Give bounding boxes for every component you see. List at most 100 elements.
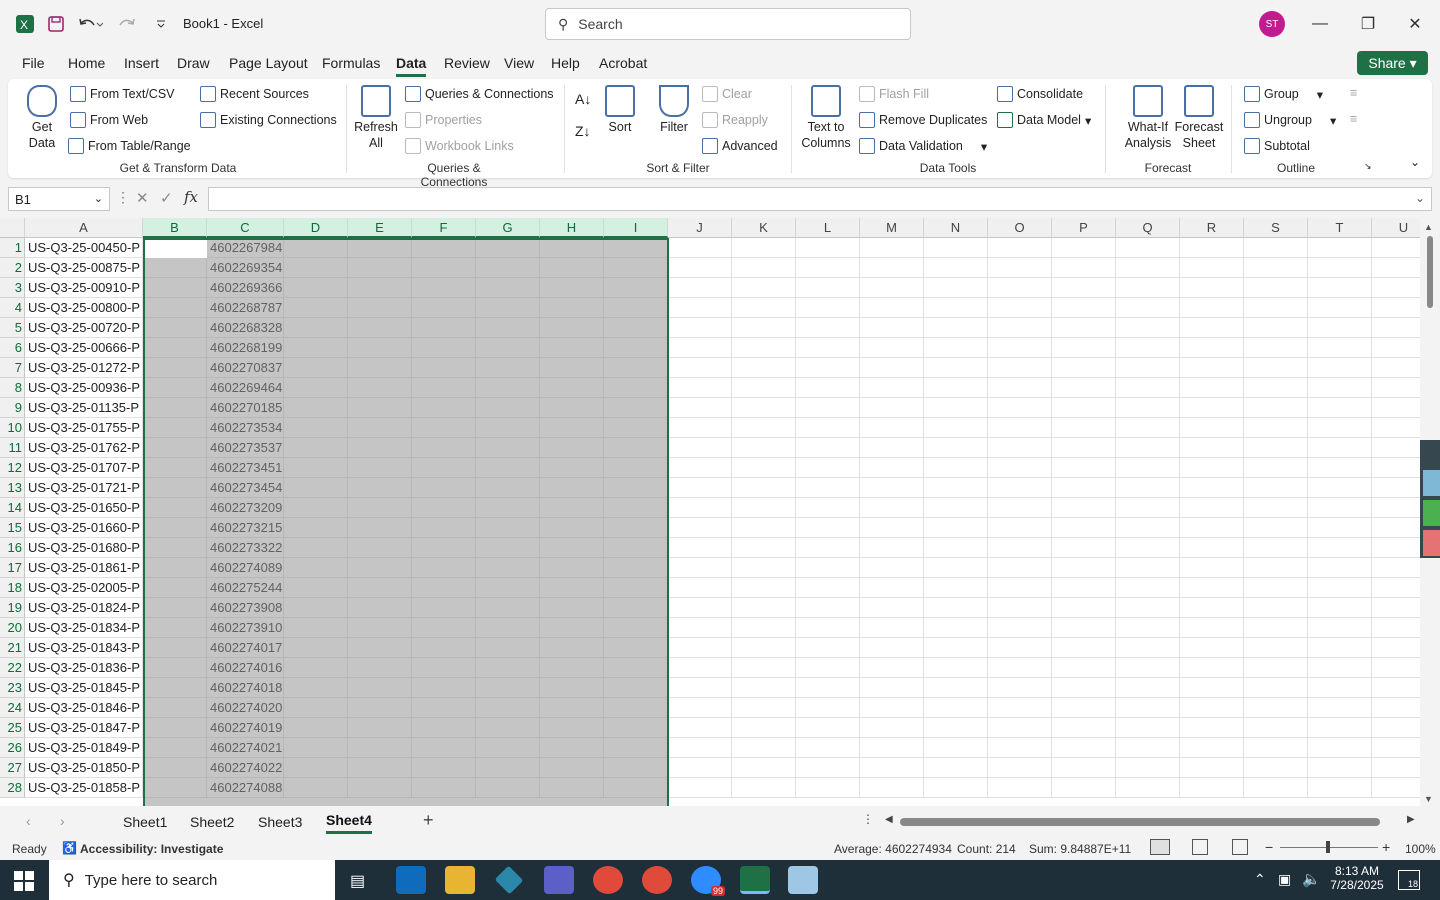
cell-e[interactable] bbox=[348, 498, 412, 518]
cell-p[interactable] bbox=[1052, 578, 1116, 598]
cell-r[interactable] bbox=[1180, 498, 1244, 518]
cell-q[interactable] bbox=[1116, 438, 1180, 458]
minimize-icon[interactable]: — bbox=[1305, 12, 1335, 36]
cell-n[interactable] bbox=[924, 538, 988, 558]
cell-h[interactable] bbox=[540, 238, 604, 258]
cell-s[interactable] bbox=[1244, 278, 1308, 298]
next-sheet-icon[interactable]: › bbox=[60, 813, 65, 829]
cell-l[interactable] bbox=[796, 778, 860, 798]
cell-r[interactable] bbox=[1180, 658, 1244, 678]
cell-s[interactable] bbox=[1244, 438, 1308, 458]
cell-j[interactable] bbox=[668, 318, 732, 338]
cell-l[interactable] bbox=[796, 678, 860, 698]
cell-m[interactable] bbox=[860, 658, 924, 678]
cell-m[interactable] bbox=[860, 578, 924, 598]
cell-u[interactable] bbox=[1372, 418, 1420, 438]
column-header-l[interactable]: L bbox=[796, 218, 860, 238]
cell-i[interactable] bbox=[604, 378, 668, 398]
cell-e[interactable] bbox=[348, 538, 412, 558]
cell-a[interactable]: US-Q3-25-00936-P bbox=[25, 378, 143, 398]
cell-l[interactable] bbox=[796, 498, 860, 518]
cell-d[interactable] bbox=[284, 278, 348, 298]
cell-a[interactable]: US-Q3-25-00720-P bbox=[25, 318, 143, 338]
collapse-ribbon-icon[interactable]: ⌄ bbox=[1410, 155, 1420, 169]
cell-n[interactable] bbox=[924, 518, 988, 538]
cell-d[interactable] bbox=[284, 598, 348, 618]
advanced-button[interactable]: Advanced bbox=[702, 138, 778, 154]
file-explorer-icon[interactable] bbox=[445, 866, 475, 894]
cell-a[interactable]: US-Q3-25-01272-P bbox=[25, 358, 143, 378]
cell-a[interactable]: US-Q3-25-01850-P bbox=[25, 758, 143, 778]
cell-a[interactable]: US-Q3-25-01843-P bbox=[25, 638, 143, 658]
cell-l[interactable] bbox=[796, 638, 860, 658]
cell-i[interactable] bbox=[604, 778, 668, 798]
row-header[interactable]: 3 bbox=[0, 278, 25, 298]
cell-r[interactable] bbox=[1180, 678, 1244, 698]
cell-d[interactable] bbox=[284, 438, 348, 458]
cell-h[interactable] bbox=[540, 438, 604, 458]
cell-r[interactable] bbox=[1180, 638, 1244, 658]
cell-r[interactable] bbox=[1180, 278, 1244, 298]
cell-n[interactable] bbox=[924, 378, 988, 398]
column-header-e[interactable]: E bbox=[348, 218, 412, 238]
column-header-u[interactable]: U bbox=[1372, 218, 1420, 238]
cell-o[interactable] bbox=[988, 378, 1052, 398]
cell-e[interactable] bbox=[348, 438, 412, 458]
cell-b[interactable] bbox=[143, 638, 207, 658]
cell-b[interactable] bbox=[143, 338, 207, 358]
cell-k[interactable] bbox=[732, 658, 796, 678]
row-header[interactable]: 12 bbox=[0, 458, 25, 478]
cell-t[interactable] bbox=[1308, 738, 1372, 758]
cell-d[interactable] bbox=[284, 318, 348, 338]
column-header-i[interactable]: I bbox=[604, 218, 668, 238]
cell-b[interactable] bbox=[143, 558, 207, 578]
cell-o[interactable] bbox=[988, 658, 1052, 678]
cell-r[interactable] bbox=[1180, 318, 1244, 338]
cell-l[interactable] bbox=[796, 298, 860, 318]
cell-e[interactable] bbox=[348, 518, 412, 538]
cell-h[interactable] bbox=[540, 738, 604, 758]
expand-formula-icon[interactable]: ⌄ bbox=[1415, 191, 1425, 205]
consolidate-button[interactable]: Consolidate bbox=[997, 86, 1083, 102]
clear-button[interactable]: Clear bbox=[702, 86, 752, 102]
workbook-links-button[interactable]: Workbook Links bbox=[405, 138, 514, 154]
cell-t[interactable] bbox=[1308, 498, 1372, 518]
cell-l[interactable] bbox=[796, 438, 860, 458]
cell-q[interactable] bbox=[1116, 458, 1180, 478]
column-header-f[interactable]: F bbox=[412, 218, 476, 238]
cell-k[interactable] bbox=[732, 238, 796, 258]
cell-l[interactable] bbox=[796, 538, 860, 558]
cell-c[interactable]: 4602273910 bbox=[207, 618, 284, 638]
cell-s[interactable] bbox=[1244, 738, 1308, 758]
cell-c[interactable]: 4602270185 bbox=[207, 398, 284, 418]
cell-q[interactable] bbox=[1116, 278, 1180, 298]
cell-f[interactable] bbox=[412, 758, 476, 778]
cell-i[interactable] bbox=[604, 698, 668, 718]
cell-h[interactable] bbox=[540, 778, 604, 798]
cell-e[interactable] bbox=[348, 758, 412, 778]
cell-b[interactable] bbox=[143, 538, 207, 558]
tab-review[interactable]: Review bbox=[444, 55, 490, 71]
cell-f[interactable] bbox=[412, 698, 476, 718]
cell-h[interactable] bbox=[540, 518, 604, 538]
row-header[interactable]: 19 bbox=[0, 598, 25, 618]
cell-g[interactable] bbox=[476, 718, 540, 738]
cell-u[interactable] bbox=[1372, 618, 1420, 638]
cell-k[interactable] bbox=[732, 678, 796, 698]
cell-q[interactable] bbox=[1116, 778, 1180, 798]
add-sheet-icon[interactable]: + bbox=[423, 810, 434, 831]
cell-p[interactable] bbox=[1052, 558, 1116, 578]
show-hidden-icons-icon[interactable]: ⌃ bbox=[1254, 871, 1266, 888]
cell-f[interactable] bbox=[412, 438, 476, 458]
cell-b[interactable] bbox=[143, 318, 207, 338]
cell-o[interactable] bbox=[988, 398, 1052, 418]
cell-l[interactable] bbox=[796, 698, 860, 718]
show-detail-icon[interactable]: ≡ bbox=[1350, 86, 1357, 100]
cell-g[interactable] bbox=[476, 558, 540, 578]
cell-e[interactable] bbox=[348, 378, 412, 398]
cell-f[interactable] bbox=[412, 258, 476, 278]
cell-f[interactable] bbox=[412, 558, 476, 578]
cell-o[interactable] bbox=[988, 758, 1052, 778]
cell-b[interactable] bbox=[143, 598, 207, 618]
cell-o[interactable] bbox=[988, 318, 1052, 338]
